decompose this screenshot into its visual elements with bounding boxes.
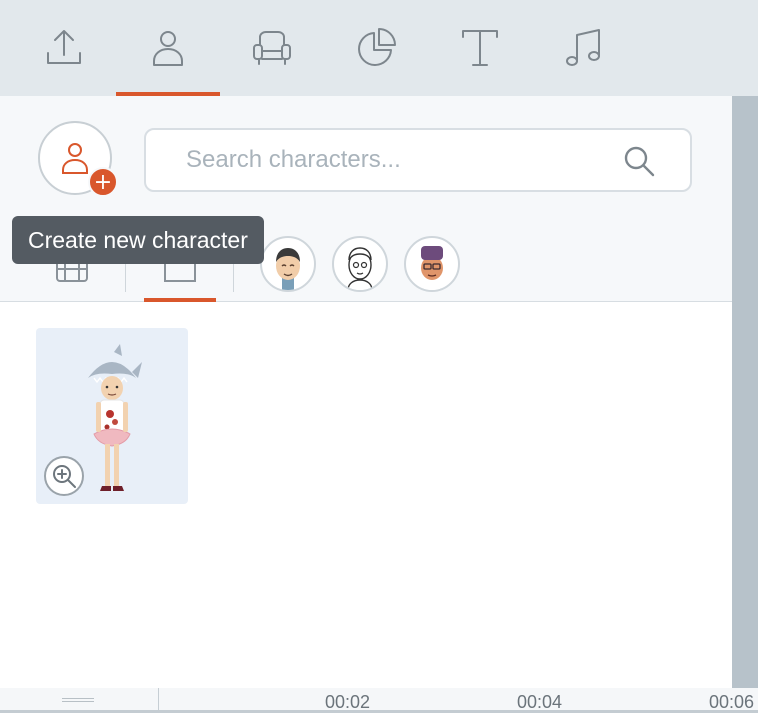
asset-category-bar	[0, 0, 758, 96]
create-character-tooltip: Create new character	[12, 216, 264, 264]
character-outline-icon	[62, 143, 88, 174]
character-icon	[153, 31, 183, 66]
tab-music[interactable]	[532, 0, 636, 96]
characters-panel: +	[0, 96, 732, 688]
tab-charts[interactable]	[324, 0, 428, 96]
chart-icon	[358, 28, 396, 66]
avatar-style-3[interactable]	[404, 236, 460, 292]
timeline: 00:02 00:04 00:06	[0, 688, 758, 712]
text-icon	[462, 30, 498, 66]
tab-characters[interactable]	[116, 0, 220, 96]
panel-scrollbar[interactable]	[732, 96, 758, 688]
upload-icon	[47, 30, 81, 64]
plus-icon: +	[88, 167, 118, 197]
search-icon[interactable]	[622, 144, 656, 178]
music-icon	[566, 29, 600, 66]
tab-props[interactable]	[220, 0, 324, 96]
character-card[interactable]	[36, 328, 188, 504]
avatar-style-2[interactable]	[332, 236, 388, 292]
divider	[158, 688, 159, 710]
search-input[interactable]	[186, 140, 606, 180]
timeline-resize-handle[interactable]	[62, 698, 94, 702]
tab-upload[interactable]	[12, 0, 116, 96]
avatar-style-1[interactable]	[260, 236, 316, 292]
tab-text[interactable]	[428, 0, 532, 96]
tab-underline	[144, 298, 216, 302]
zoom-in-button[interactable]	[44, 456, 84, 496]
props-icon	[253, 31, 291, 65]
characters-panel-header: +	[0, 96, 732, 302]
zoom-in-icon	[53, 465, 76, 488]
character-search	[144, 128, 692, 192]
create-character-button[interactable]: +	[38, 121, 118, 197]
shark-hat-character-image	[88, 344, 142, 491]
